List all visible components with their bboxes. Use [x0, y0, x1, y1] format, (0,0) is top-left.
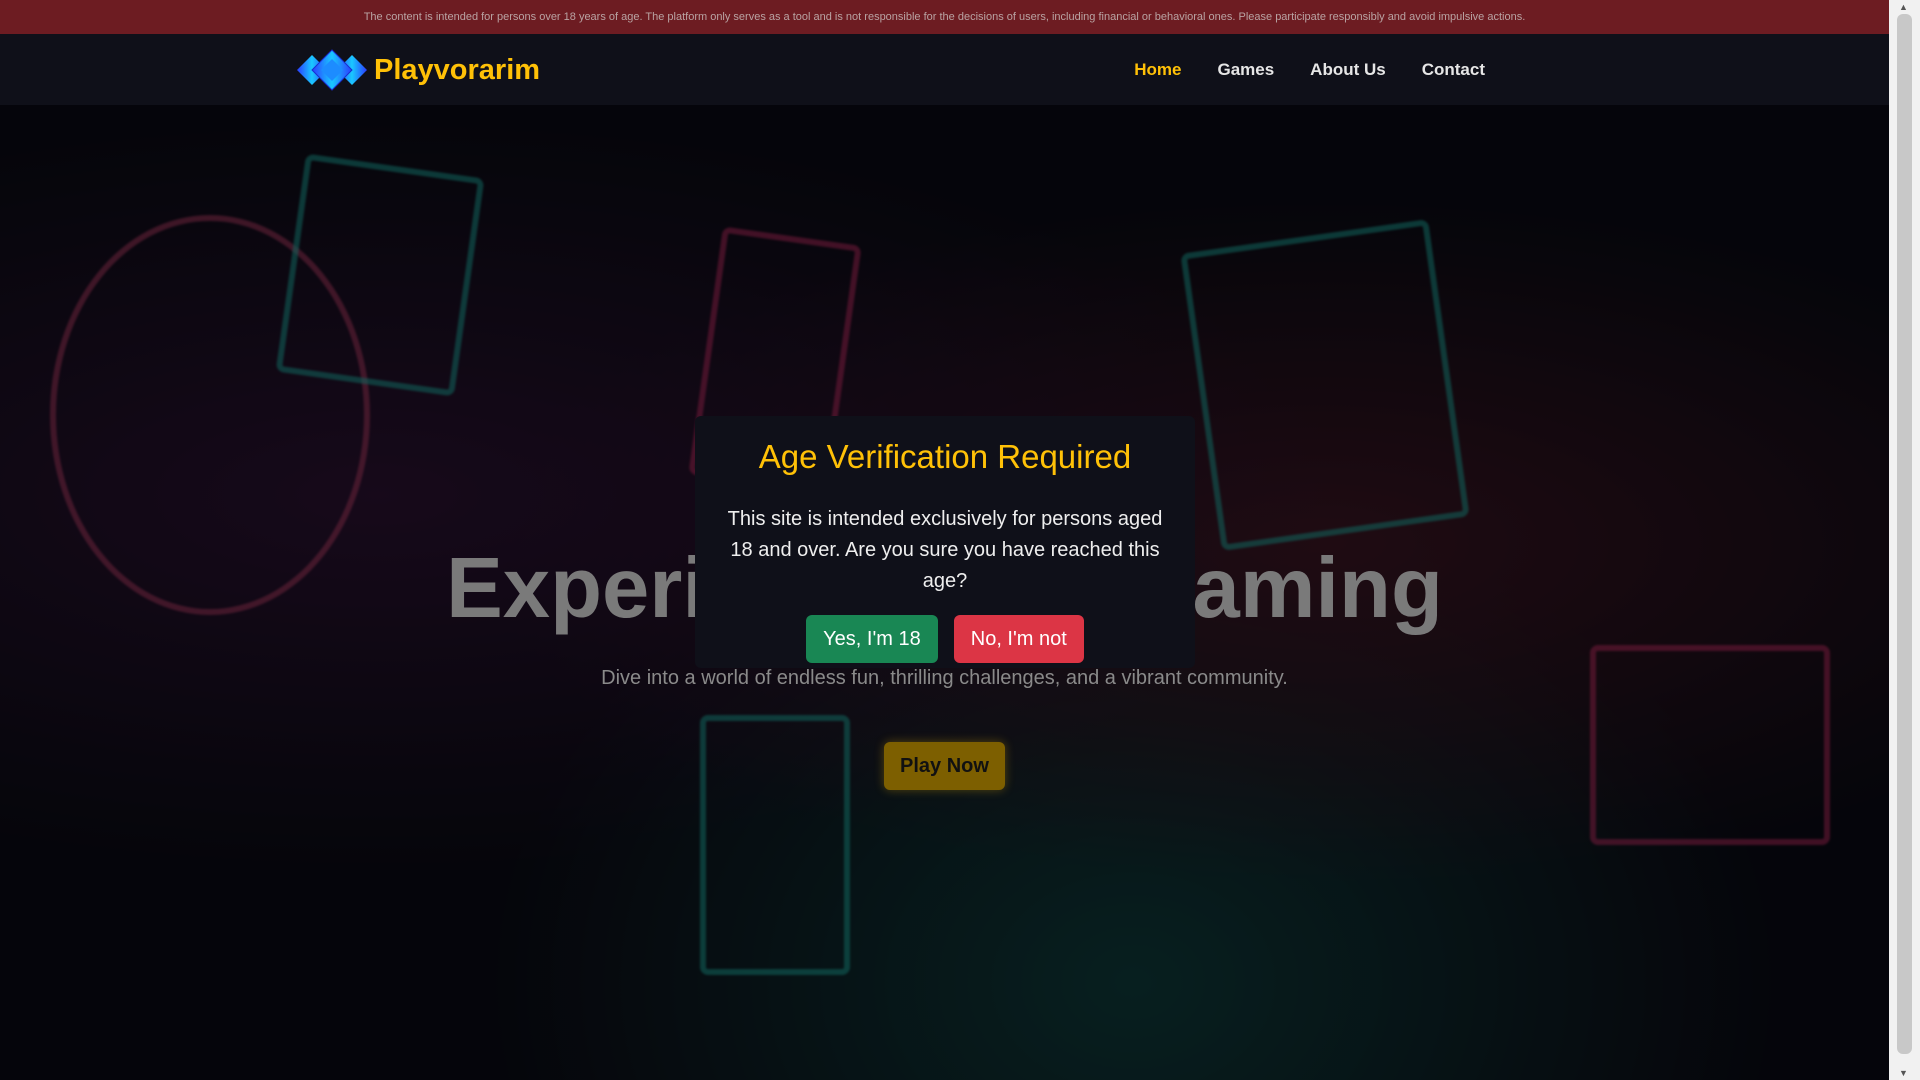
nav-about[interactable]: About Us [1310, 60, 1386, 80]
age-verification-modal: Age Verification Required This site is i… [695, 416, 1195, 668]
deny-age-button[interactable]: No, I'm not [953, 615, 1084, 663]
confirm-age-button[interactable]: Yes, I'm 18 [806, 615, 938, 663]
logo[interactable]: Playvorarim [296, 49, 540, 91]
nav-games[interactable]: Games [1217, 60, 1274, 80]
disclaimer-bar: The content is intended for persons over… [0, 0, 1889, 34]
disclaimer-text: The content is intended for persons over… [363, 11, 1526, 23]
scrollbar[interactable]: ▲ ▼ [1889, 0, 1920, 1080]
navbar: Playvorarim Home Games About Us Contact [0, 34, 1889, 105]
brand-name: Playvorarim [374, 53, 541, 86]
scrollbar-thumb[interactable] [1897, 14, 1912, 1054]
modal-body: This site is intended exclusively for pe… [727, 508, 1163, 592]
hero-subtitle: Dive into a world of endless fun, thrill… [601, 667, 1288, 689]
nav-contact[interactable]: Contact [1422, 60, 1485, 80]
scroll-up-icon[interactable]: ▲ [1899, 2, 1908, 12]
diamond-logo-icon [297, 49, 367, 91]
nav-links: Home Games About Us Contact [1134, 34, 1485, 105]
modal-title: Age Verification Required [758, 438, 1132, 475]
nav-home[interactable]: Home [1134, 60, 1181, 80]
scroll-down-icon[interactable]: ▼ [1899, 1068, 1908, 1078]
play-now-button[interactable]: Play Now [884, 742, 1005, 790]
